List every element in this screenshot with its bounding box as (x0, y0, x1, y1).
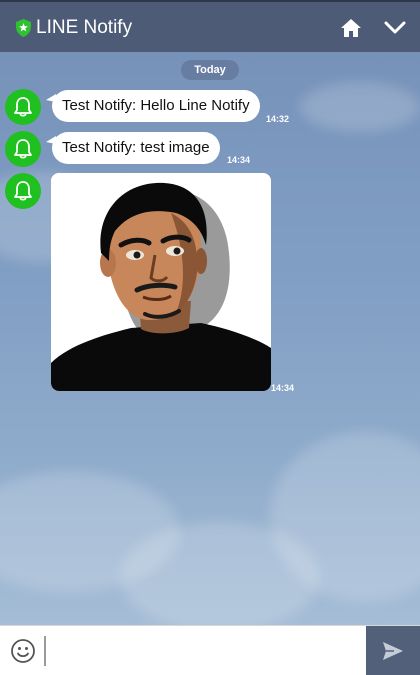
bell-icon (14, 181, 32, 201)
smiley-icon[interactable] (10, 638, 36, 664)
bell-icon (14, 139, 32, 159)
image-message[interactable] (51, 173, 271, 391)
composer-bar (0, 625, 420, 675)
bell-icon (14, 97, 32, 117)
message-time: 14:34 (271, 383, 295, 393)
app-header: LINE Notify (0, 0, 420, 52)
message-input[interactable] (44, 636, 360, 666)
home-icon[interactable] (340, 17, 362, 39)
chat-area[interactable]: Today Test Notify: Hello Line Notify 14:… (0, 52, 420, 625)
sender-avatar[interactable] (5, 89, 41, 125)
message-text: Test Notify: test image (62, 139, 210, 156)
message-bubble[interactable]: Test Notify: test image (46, 132, 220, 164)
shield-star-icon (16, 19, 31, 37)
send-icon (383, 642, 403, 660)
chat-title: LINE Notify (36, 17, 133, 38)
chevron-down-icon[interactable] (384, 20, 406, 36)
sender-avatar[interactable] (5, 173, 41, 209)
message-time: 14:32 (266, 114, 290, 124)
send-button[interactable] (366, 626, 420, 675)
sender-avatar[interactable] (5, 131, 41, 167)
background-cloud (300, 82, 420, 132)
message-text: Test Notify: Hello Line Notify (62, 97, 250, 114)
portrait-image (51, 173, 271, 391)
message-bubble[interactable]: Test Notify: Hello Line Notify (46, 90, 260, 122)
message-time: 14:34 (227, 155, 251, 165)
date-separator: Today (181, 60, 239, 80)
